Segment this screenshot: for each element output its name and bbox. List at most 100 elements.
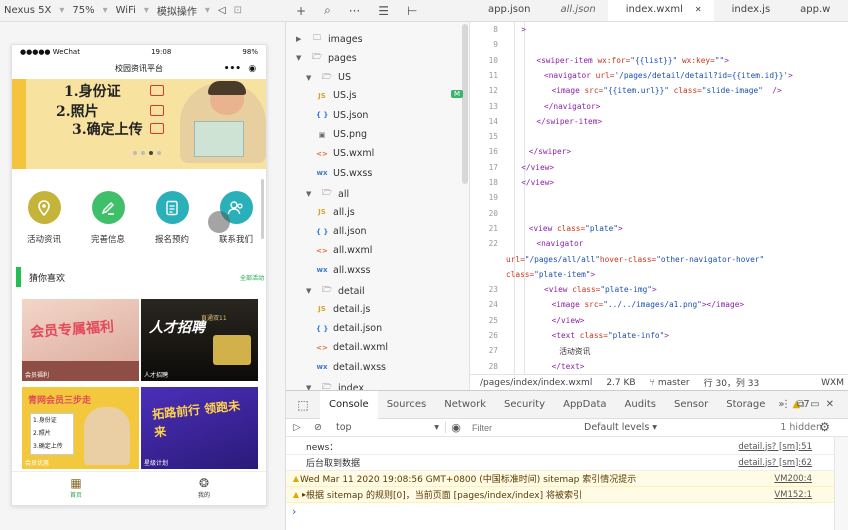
- tree-item[interactable]: <> US.wxml: [316, 148, 374, 159]
- code-line[interactable]: </swiper-item>: [536, 117, 602, 126]
- close-icon[interactable]: ✕: [695, 5, 702, 14]
- editor-tab[interactable]: index.js: [714, 0, 783, 21]
- tab-home[interactable]: ▦ 首页: [12, 472, 140, 505]
- menu-icon[interactable]: ⋮: [781, 399, 797, 410]
- split-icon[interactable]: ⊢: [407, 4, 417, 18]
- more-icon[interactable]: •••: [224, 59, 241, 79]
- chevron-down-icon[interactable]: ▼: [306, 190, 316, 198]
- tree-item[interactable]: ▶ 🗀 images: [296, 32, 363, 46]
- editor-tab[interactable]: all.json: [542, 0, 607, 21]
- device-select[interactable]: Nexus 5X: [4, 5, 51, 16]
- tree-item[interactable]: ▼ 🗁 US: [306, 71, 351, 85]
- tree-item[interactable]: { } US.json: [316, 110, 368, 121]
- filter-input[interactable]: [472, 420, 578, 435]
- console-scrollbar[interactable]: [834, 437, 848, 530]
- devtools-tab[interactable]: Security: [495, 391, 554, 419]
- code-line[interactable]: </text>: [552, 362, 585, 371]
- tree-item[interactable]: ▣ US.png: [316, 129, 367, 140]
- code-line[interactable]: </view>: [552, 316, 585, 325]
- message-source-link[interactable]: VM200:4: [774, 474, 812, 484]
- code-line[interactable]: </view>: [521, 163, 554, 172]
- tree-item[interactable]: wx all.wxss: [316, 265, 371, 276]
- tree-item[interactable]: wx detail.wxss: [316, 362, 387, 373]
- code-line[interactable]: </view>: [521, 178, 554, 187]
- chevron-down-icon[interactable]: ▼: [296, 54, 306, 62]
- code-line[interactable]: <navigator: [536, 239, 583, 248]
- tree-item[interactable]: <> detail.wxml: [316, 342, 388, 353]
- tree-item[interactable]: JS detail.js: [316, 304, 370, 315]
- devtools-tab[interactable]: AppData: [554, 391, 615, 419]
- zoom-select[interactable]: 75%: [72, 5, 94, 16]
- levels-select[interactable]: Default levels ▾: [584, 422, 657, 433]
- card-member[interactable]: 会员专属福利 会员福利: [22, 299, 139, 381]
- tab-mine[interactable]: ❂ 我的: [140, 472, 266, 505]
- more-icon[interactable]: ···: [349, 4, 360, 18]
- code-line[interactable]: url="/pages/all/all"hover-class="other-n…: [506, 255, 764, 264]
- tree-item[interactable]: { } all.json: [316, 226, 367, 237]
- all-activities-link[interactable]: 全部活动: [240, 273, 264, 282]
- devtools-tab[interactable]: Sensor: [665, 391, 717, 419]
- tree-item[interactable]: { } detail.json: [316, 323, 382, 334]
- code-line[interactable]: 活动资讯: [559, 346, 590, 357]
- operation-select[interactable]: 模拟操作: [157, 3, 197, 18]
- menu-item-contact[interactable]: 联系我们: [206, 191, 266, 253]
- tree-scrollbar[interactable]: [462, 24, 468, 184]
- inspect-icon[interactable]: ⬚: [286, 398, 320, 412]
- code-editor[interactable]: 8 >9 10 <swiper-item wx:for="{{list}}" wx:k…: [470, 22, 848, 374]
- sidebar-toggle-icon[interactable]: ▷: [286, 422, 308, 433]
- tree-item[interactable]: wx US.wxss: [316, 168, 373, 179]
- capsule-button[interactable]: ••• ◉: [220, 62, 260, 76]
- clear-console-icon[interactable]: ⊘: [308, 422, 328, 433]
- tree-item[interactable]: ▼ 🗁 pages: [296, 51, 357, 65]
- network-select[interactable]: WiFi: [116, 5, 136, 16]
- message-source-link[interactable]: detail.js? [sm]:51: [738, 442, 812, 452]
- code-line[interactable]: </navigator>: [544, 102, 600, 111]
- editor-tab[interactable]: app.json: [470, 0, 542, 21]
- search-icon[interactable]: ⌕: [324, 3, 331, 18]
- volume-icon[interactable]: ◁: [218, 5, 226, 16]
- code-line[interactable]: <image src="{{item.url}}" class="slide-i…: [552, 86, 782, 95]
- code-line[interactable]: <swiper-item wx:for="{{list}}" wx:key=""…: [536, 56, 729, 65]
- code-line[interactable]: <text class="plate-info">: [552, 331, 669, 340]
- message-source-link[interactable]: VM152:1: [774, 490, 812, 500]
- code-line[interactable]: <view class="plate-img">: [544, 285, 657, 294]
- chevron-down-icon[interactable]: ▼: [306, 74, 316, 82]
- settings-icon[interactable]: ⚙: [819, 420, 830, 434]
- code-line[interactable]: class="plate-item">: [506, 270, 595, 279]
- tree-item[interactable]: ▼ 🗁 all: [306, 187, 349, 201]
- devtools-tab[interactable]: Network: [435, 391, 495, 419]
- card-star[interactable]: 拓路前行 领跑未来 星级计划: [141, 387, 258, 469]
- console-prompt[interactable]: ›: [292, 505, 296, 518]
- devtools-tab[interactable]: Console: [320, 390, 378, 419]
- eye-icon[interactable]: ◉: [446, 421, 466, 434]
- sort-icon[interactable]: ☰: [378, 4, 389, 18]
- close-circle-icon[interactable]: ◉: [248, 59, 256, 79]
- close-icon[interactable]: ✕: [826, 399, 840, 410]
- code-line[interactable]: </swiper>: [529, 147, 571, 156]
- menu-item-activity[interactable]: 活动资讯: [14, 191, 74, 253]
- tree-item[interactable]: <> all.wxml: [316, 245, 372, 256]
- banner-swiper[interactable]: 1.身份证 2.照片 3.确定上传: [12, 79, 266, 169]
- code-line[interactable]: <navigator url='/pages/detail/detail?id=…: [544, 71, 793, 80]
- chevron-right-icon[interactable]: ▶: [296, 35, 306, 43]
- card-recruit[interactable]: 人才招聘 直通双11 人才招聘: [141, 299, 258, 381]
- devtools-tab[interactable]: Audits: [616, 391, 665, 419]
- devtools-tab[interactable]: Storage: [717, 391, 774, 419]
- menu-item-signup[interactable]: 报名预约: [142, 191, 202, 253]
- card-discount[interactable]: 青网会员三步走 1.身份证 2.照片 3.确定上传 会员优惠: [22, 387, 139, 469]
- context-select[interactable]: top ▾: [328, 422, 446, 433]
- add-file-icon[interactable]: +: [296, 4, 306, 18]
- menu-item-info[interactable]: 完善信息: [78, 191, 138, 253]
- editor-tab[interactable]: app.w: [782, 0, 842, 21]
- message-source-link[interactable]: detail.js? [sm]:62: [738, 458, 812, 468]
- tree-item[interactable]: JS all.js: [316, 207, 355, 218]
- chevron-down-icon[interactable]: ▼: [306, 287, 316, 295]
- code-line[interactable]: <image src="../../images/a1.png"></image…: [552, 300, 745, 309]
- editor-tab[interactable]: index.wxml ✕: [607, 0, 714, 21]
- devtools-tab[interactable]: Sources: [378, 391, 436, 419]
- undock-icon[interactable]: ⧉: [797, 399, 810, 410]
- code-line[interactable]: >: [521, 25, 526, 34]
- tree-item[interactable]: ▼ 🗁 detail: [306, 284, 365, 298]
- rotate-icon[interactable]: ⊡: [234, 5, 242, 16]
- tree-item[interactable]: JS US.js M: [316, 90, 464, 101]
